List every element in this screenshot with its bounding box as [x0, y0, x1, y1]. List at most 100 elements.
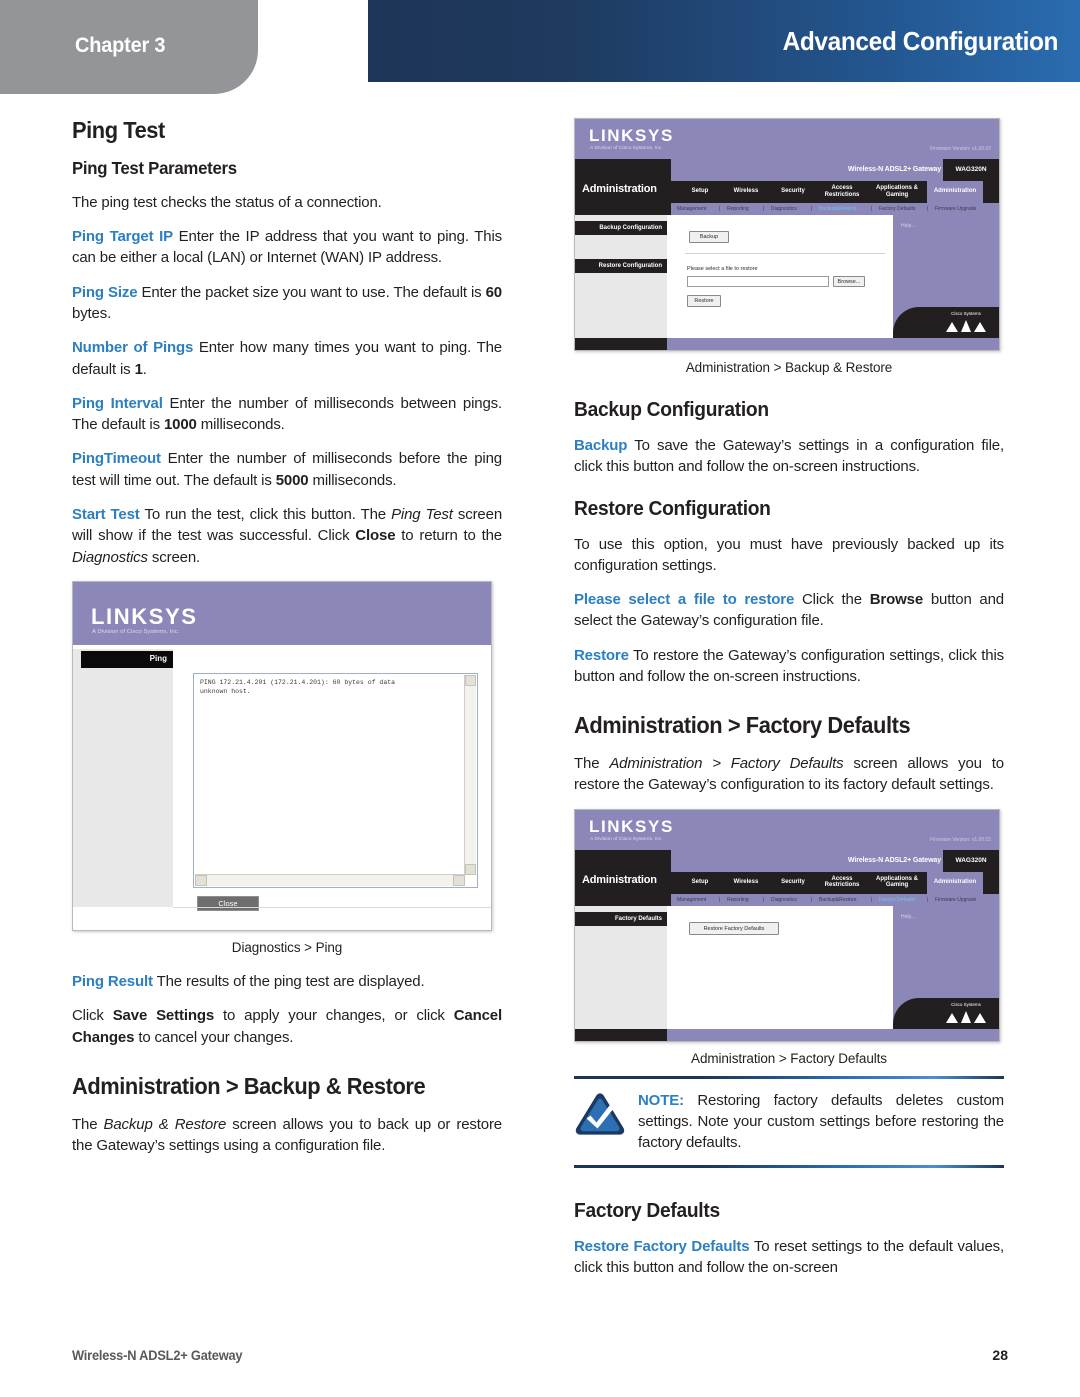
paragraph-ping-target-ip: Ping Target IP Enter the IP address that…	[72, 226, 502, 269]
section-title: Administration	[582, 183, 657, 195]
paragraph-number-of-pings: Number of Pings Enter how many times you…	[72, 337, 502, 380]
subtab-reporting[interactable]: Reporting	[727, 206, 749, 212]
subtab-separator: |	[763, 206, 765, 212]
section-title: Administration	[582, 873, 657, 886]
restore-file-input[interactable]	[687, 276, 829, 287]
linksys-logo-subtitle: A Division of Cisco Systems, Inc.	[590, 145, 663, 151]
subtab-firmware-upgrade[interactable]: Firmware Upgrade	[935, 897, 976, 903]
ping-tab-label[interactable]: Ping	[81, 650, 173, 668]
text-save-cancel-1: Click	[72, 1007, 113, 1025]
br-footer-bar	[667, 338, 999, 350]
subtab-separator: |	[811, 206, 813, 212]
tab-setup[interactable]: Setup	[679, 879, 721, 886]
tab-administration[interactable]: Administration	[927, 181, 983, 203]
text-save-cancel-2: to apply your changes, or click	[214, 1007, 454, 1025]
bold-close: Close	[355, 527, 396, 545]
left-item-backup-configuration[interactable]: Backup Configuration	[575, 221, 667, 235]
paragraph-ping-timeout: PingTimeout Enter the number of millisec…	[72, 448, 502, 491]
figure-caption-ping: Diagnostics > Ping	[231, 939, 343, 955]
restore-button[interactable]: Restore	[687, 295, 721, 307]
note-body-text: Restoring factory defaults deletes custo…	[638, 1091, 1004, 1152]
scroll-up-arrow[interactable]	[465, 674, 476, 686]
scroll-right-arrow[interactable]	[453, 874, 465, 886]
subtab-reporting[interactable]: Reporting	[727, 897, 749, 903]
br-nav: Administration Wireless-N ADSL2+ Gateway…	[575, 159, 999, 215]
tab-setup[interactable]: Setup	[679, 188, 721, 195]
browse-button[interactable]: Browse...	[833, 276, 865, 287]
chapter-tab: Chapter 3	[0, 0, 258, 94]
help-label[interactable]: Help...	[901, 223, 915, 229]
text-start-test-3: to return to the	[395, 527, 502, 545]
italic-diagnostics: Diagnostics	[72, 548, 148, 566]
heading-backup-configuration: Backup Configuration	[574, 399, 769, 421]
tab-access-restrictions[interactable]: Access Restrictions	[817, 185, 867, 198]
backup-button[interactable]: Backup	[689, 231, 729, 243]
scroll-down-arrow[interactable]	[465, 863, 476, 875]
subtab-diagnostics[interactable]: Diagnostics	[771, 897, 797, 903]
tab-status[interactable]: Status	[987, 879, 999, 886]
term-ping-interval: Ping Interval	[72, 394, 163, 412]
paragraph-restore: Restore To restore the Gateway’s configu…	[574, 645, 1004, 688]
header-banner: Advanced Configuration	[368, 0, 1080, 82]
model-number-label: WAG320N	[943, 159, 999, 181]
text-ping-interval-2: milliseconds.	[196, 416, 285, 434]
tab-applications-gaming[interactable]: Applications & Gaming	[869, 185, 925, 198]
subtab-management[interactable]: Management	[677, 897, 706, 903]
subtab-management[interactable]: Management	[677, 206, 706, 212]
term-start-test: Start Test	[72, 506, 140, 524]
br-footer-block	[575, 338, 667, 350]
tab-status[interactable]: Status	[987, 188, 999, 195]
term-please-select-file: Please select a file to restore	[574, 591, 795, 609]
left-item-restore-configuration[interactable]: Restore Configuration	[575, 259, 667, 273]
tab-access-restrictions[interactable]: Access Restrictions	[817, 876, 867, 889]
subtab-backup-restore[interactable]: Backup&Restore	[819, 206, 857, 212]
tab-wireless[interactable]: Wireless	[723, 188, 769, 195]
tab-security[interactable]: Security	[771, 879, 815, 886]
ping-body: Ping PING 172.21.4.201 (172.21.4.201): 6…	[73, 648, 491, 930]
linksys-logo-subtitle: A Division of Cisco Systems, Inc.	[590, 836, 663, 842]
italic-ping-test: Ping Test	[391, 506, 453, 524]
heading-administration-backup-restore: Administration > Backup & Restore	[72, 1072, 426, 1099]
text-ping-timeout-2: milliseconds.	[308, 471, 397, 489]
linksys-logo: LINKSYS	[91, 603, 198, 629]
linksys-logo: LINKSYS	[589, 816, 674, 836]
scroll-left-arrow[interactable]	[195, 874, 207, 886]
fd-subtab-row: Management | Reporting | Diagnostics | B…	[671, 893, 999, 906]
close-button[interactable]: Close	[197, 895, 259, 911]
note-box: NOTE: Restoring factory defaults deletes…	[574, 1066, 1004, 1178]
italic-backup-restore: Backup & Restore	[103, 1115, 227, 1133]
paragraph-start-test: Start Test To run the test, click this b…	[72, 504, 502, 568]
text-ping-size-1: Enter the packet size you want to use. T…	[137, 283, 486, 301]
ping-output-line-1: PING 172.21.4.201 (172.21.4.201): 60 byt…	[200, 678, 396, 686]
left-item-factory-defaults[interactable]: Factory Defaults	[575, 911, 667, 926]
cisco-systems-label: Cisco Systems	[939, 311, 993, 316]
help-label[interactable]: Help...	[901, 914, 915, 920]
ping-bottom-rule	[173, 906, 491, 908]
vertical-scrollbar[interactable]	[464, 674, 476, 875]
tab-security[interactable]: Security	[771, 188, 815, 195]
footer-page-number: 28	[992, 1347, 1008, 1363]
ping-output-line-2: unknown host.	[200, 687, 251, 695]
br-content: Backup Configuration Restore Configurati…	[575, 215, 999, 350]
text-ping-size-2: bytes.	[72, 304, 112, 322]
subtab-firmware-upgrade[interactable]: Firmware Upgrade	[935, 206, 976, 212]
restore-factory-defaults-button[interactable]: Restore Factory Defaults	[689, 921, 779, 935]
subtab-factory-defaults[interactable]: Factory Defaults	[879, 897, 915, 903]
horizontal-scrollbar[interactable]	[195, 873, 465, 886]
term-ping-target-ip: Ping Target IP	[72, 228, 173, 246]
ping-logo-bar: LINKSYS A Division of Cisco Systems, Inc…	[73, 591, 491, 645]
subtab-backup-restore[interactable]: Backup&Restore	[819, 897, 857, 903]
subtab-diagnostics[interactable]: Diagnostics	[771, 206, 797, 212]
firmware-version-label: Firmware Version: v1.00.02	[930, 146, 991, 152]
firmware-version-label: Firmware Version: v1.00.02	[930, 836, 991, 843]
tab-applications-gaming[interactable]: Applications & Gaming	[869, 876, 925, 889]
backup-restore-screenshot: LINKSYS A Division of Cisco Systems, Inc…	[574, 118, 1000, 351]
subtab-separator: |	[871, 896, 873, 903]
note-rule-bottom	[574, 1164, 1004, 1168]
subtab-factory-defaults[interactable]: Factory Defaults	[879, 206, 915, 212]
fd-section-block: Administration	[575, 849, 671, 906]
tab-administration[interactable]: Administration	[927, 871, 983, 894]
device-name-label: Wireless-N ADSL2+ Gateway	[847, 856, 941, 864]
ping-output-textarea[interactable]: PING 172.21.4.201 (172.21.4.201): 60 byt…	[193, 672, 478, 888]
tab-wireless[interactable]: Wireless	[723, 879, 769, 886]
